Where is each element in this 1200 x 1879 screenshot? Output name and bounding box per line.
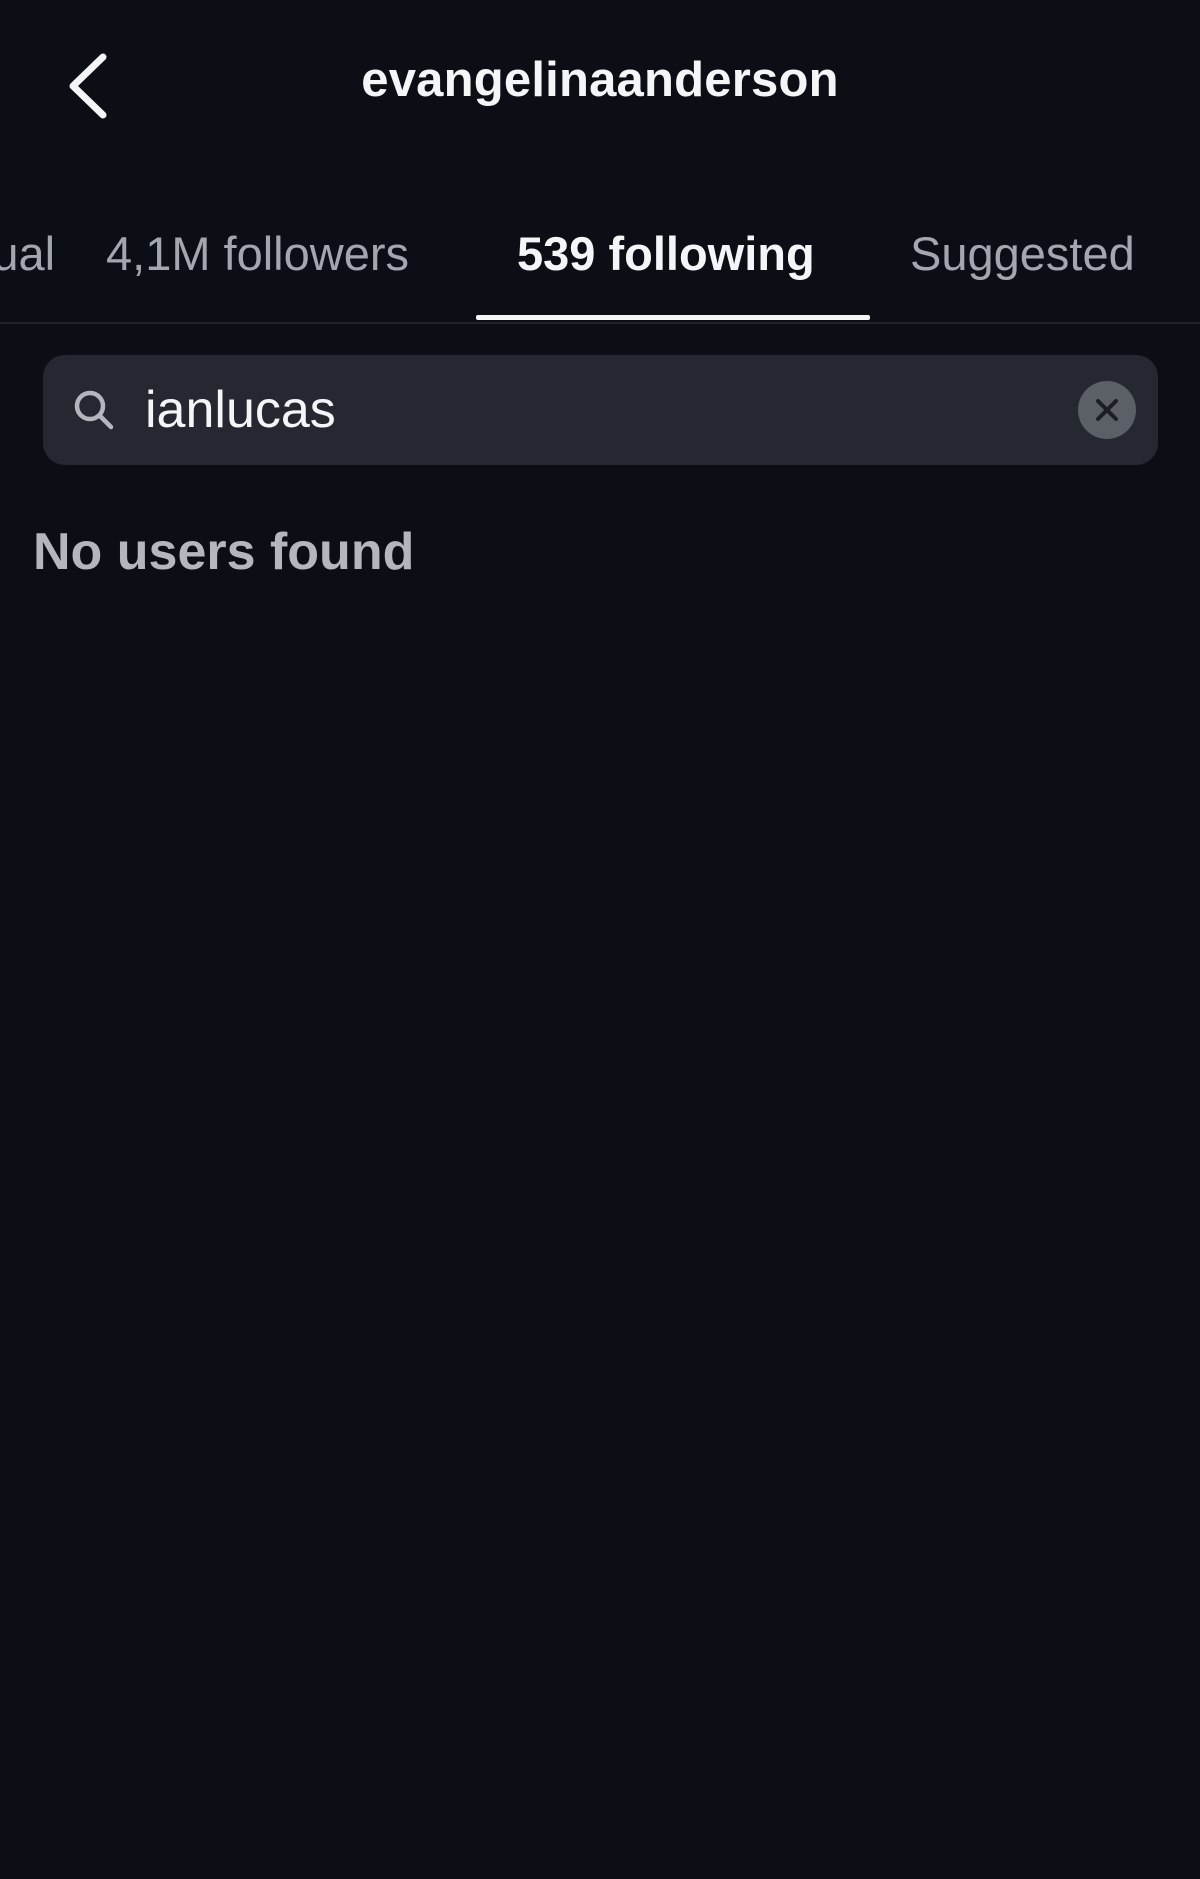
search-icon	[74, 390, 114, 430]
profile-username-title: evangelinaanderson	[361, 53, 839, 107]
tab-suggested[interactable]: Suggested	[910, 226, 1135, 281]
following-screen: evangelinaanderson Mutual 4,1M followers…	[0, 0, 1200, 1879]
tab-mutual[interactable]: Mutual	[0, 226, 55, 281]
search-bar[interactable]	[43, 355, 1158, 465]
active-tab-indicator	[476, 315, 870, 320]
clear-search-button[interactable]	[1078, 381, 1136, 439]
tab-following[interactable]: 539 following	[517, 226, 815, 281]
top-bar: evangelinaanderson	[0, 0, 1200, 170]
tab-bar: Mutual 4,1M followers 539 following Sugg…	[0, 200, 1200, 324]
tab-followers[interactable]: 4,1M followers	[106, 226, 409, 281]
search-input[interactable]	[141, 355, 1065, 465]
close-icon	[1096, 399, 1118, 421]
empty-results-message: No users found	[33, 523, 415, 581]
